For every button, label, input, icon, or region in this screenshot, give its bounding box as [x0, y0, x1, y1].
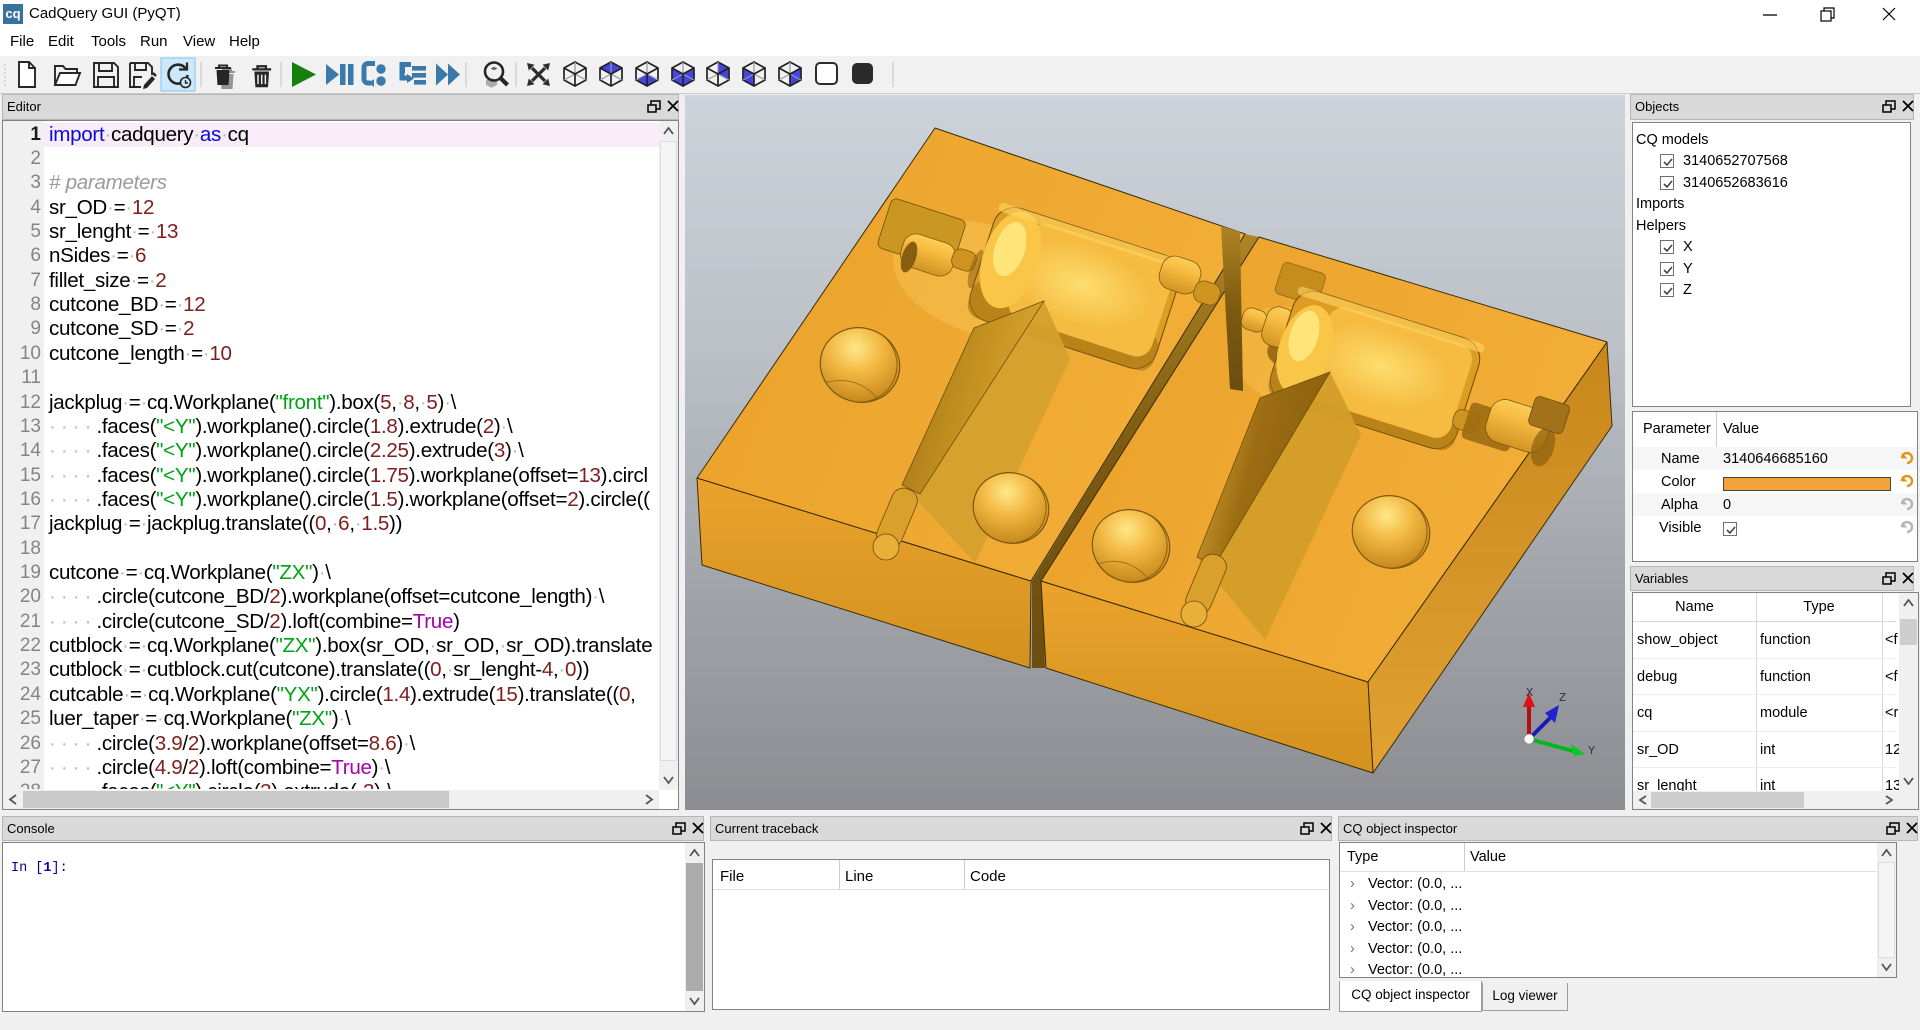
- svg-text:X: X: [1526, 686, 1533, 700]
- svg-text:Y: Y: [1588, 744, 1595, 758]
- svg-text:Z: Z: [1559, 691, 1566, 705]
